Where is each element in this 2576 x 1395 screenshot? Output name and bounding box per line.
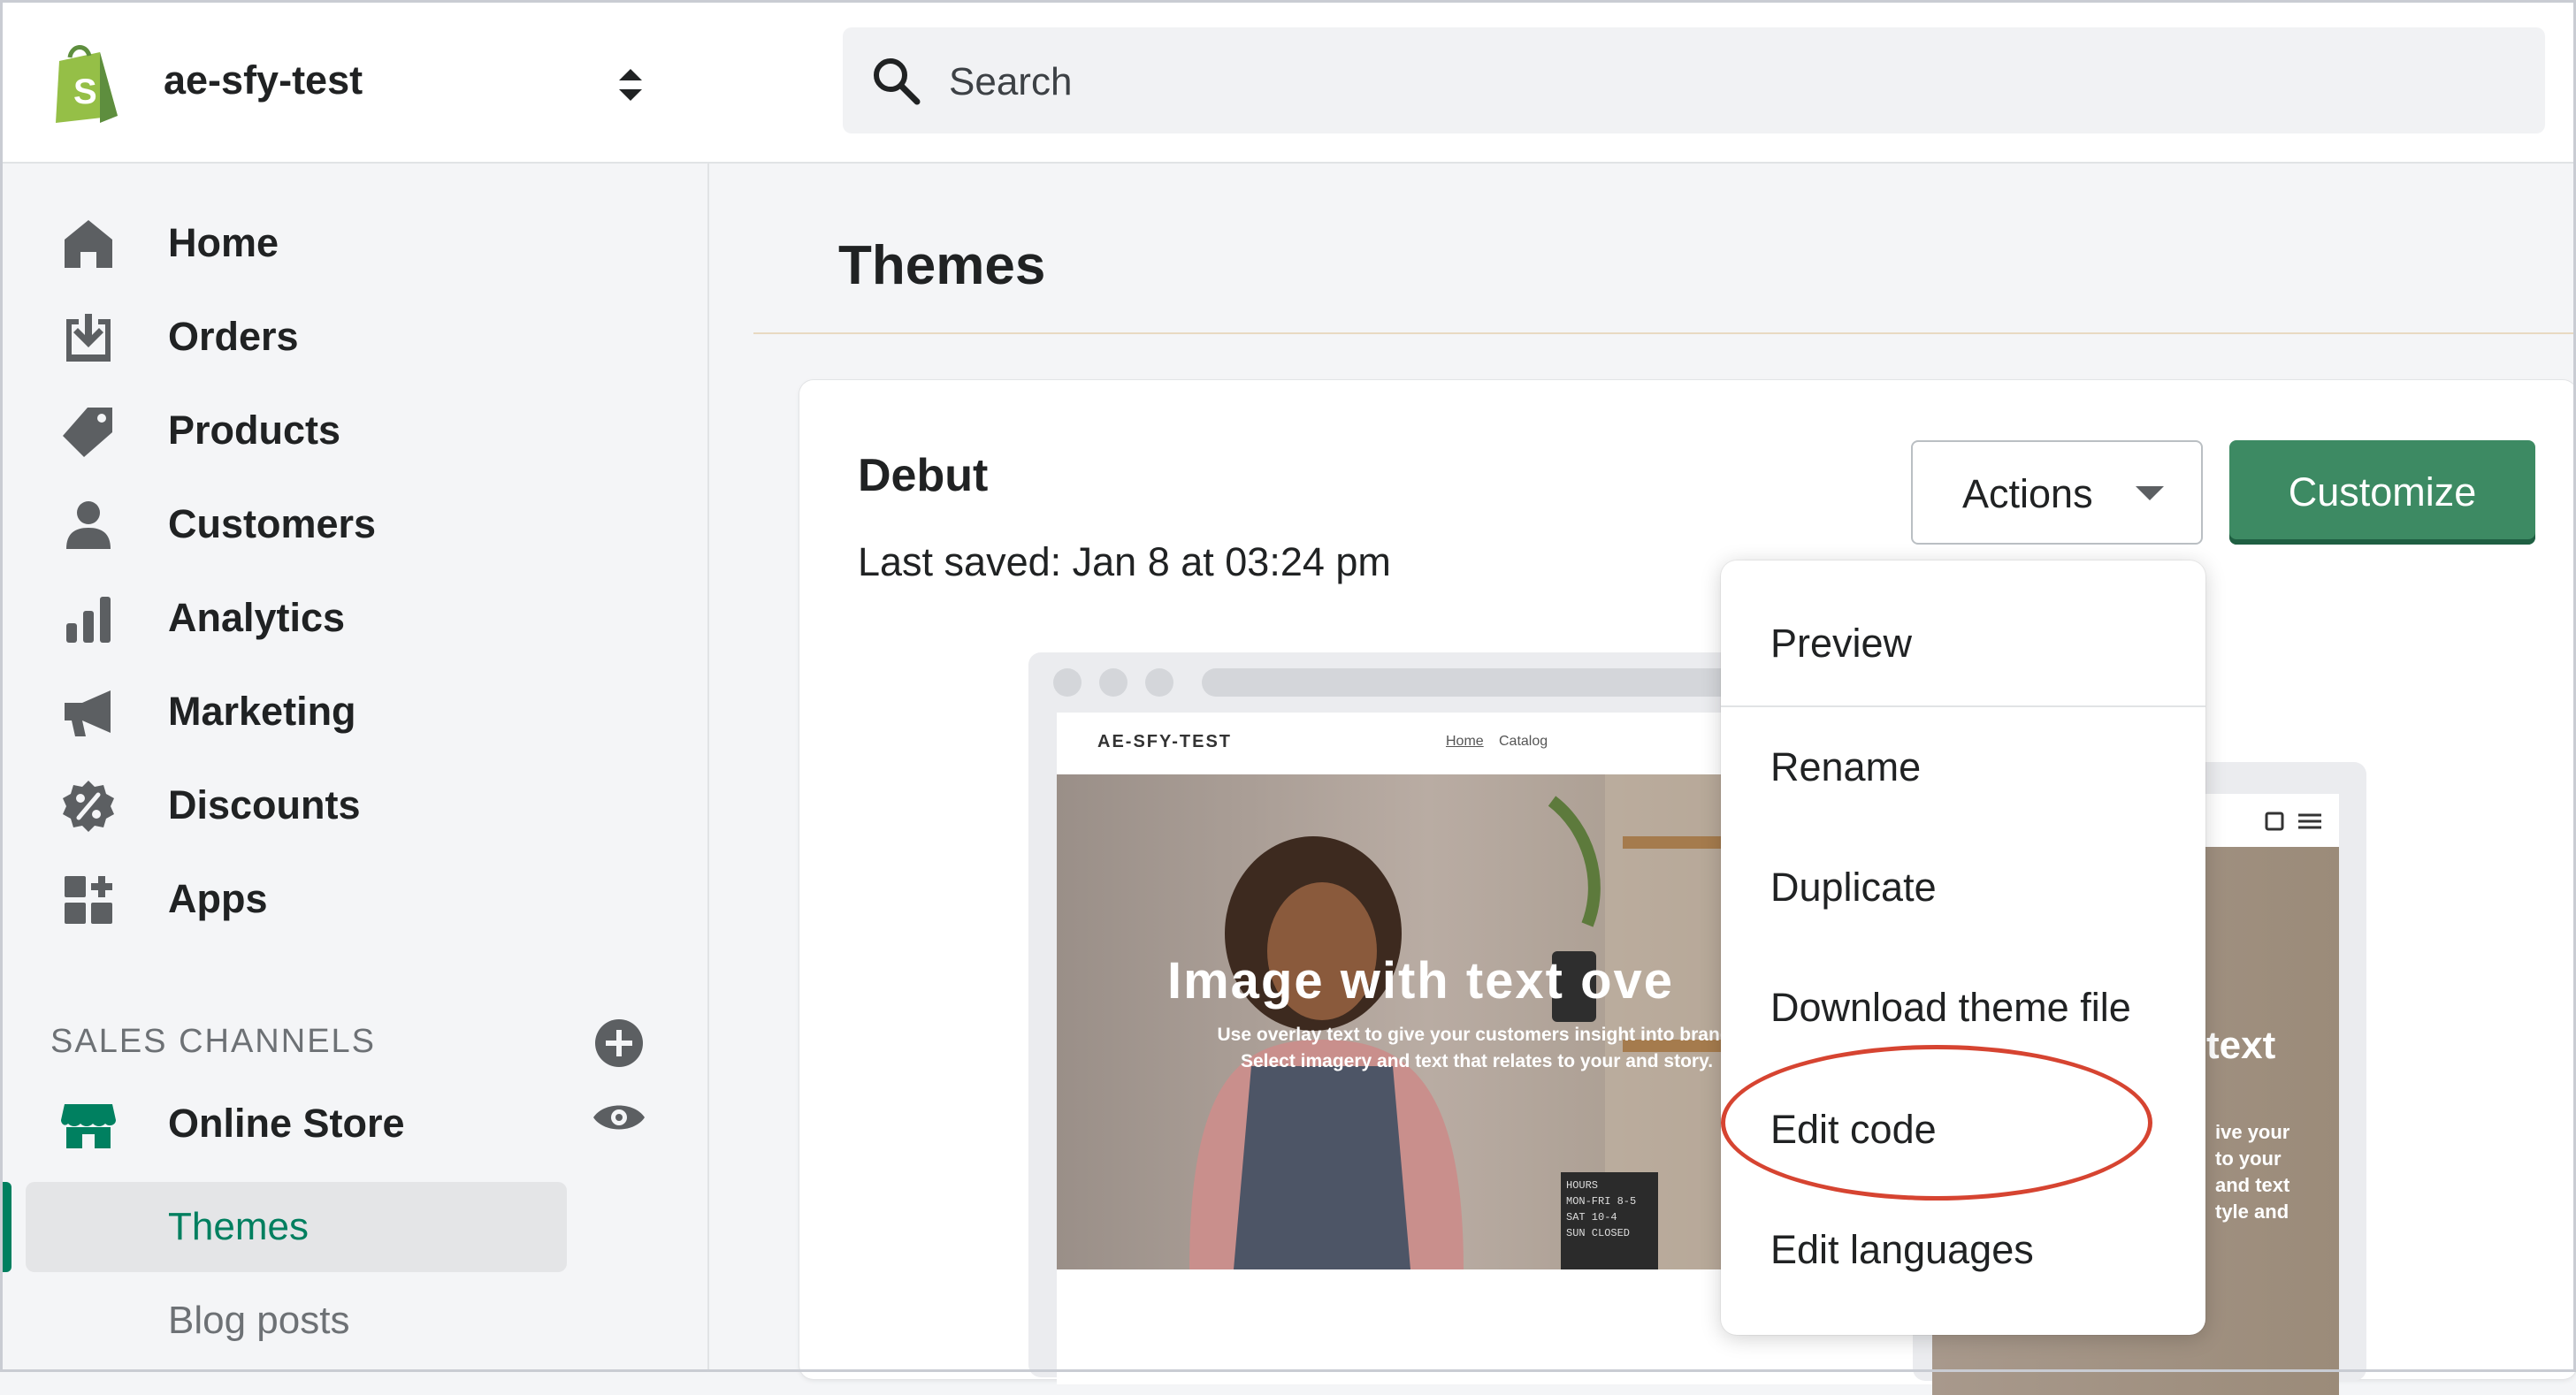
sidebar-item-customers[interactable]: Customers <box>3 482 707 561</box>
menu-item-edit-languages[interactable]: Edit languages <box>1770 1227 2034 1273</box>
svg-text:S: S <box>73 72 97 111</box>
actions-dropdown-menu: Preview Rename Duplicate Download theme … <box>1721 560 2205 1335</box>
sidebar-item-label: Home <box>168 220 279 265</box>
bar-chart-icon <box>66 597 111 643</box>
sidebar-item-products[interactable]: Products <box>3 388 707 468</box>
hours-line: SUN CLOSED <box>1566 1227 1631 1239</box>
theme-last-saved: Last saved: Jan 8 at 03:24 pm <box>858 539 1391 584</box>
page-title: Themes <box>838 235 1046 296</box>
window-dot <box>1099 668 1127 697</box>
hours-line: HOURS <box>1566 1179 1599 1192</box>
store-name[interactable]: ae-sfy-test <box>164 57 363 103</box>
sidebar-item-orders[interactable]: Orders <box>3 294 707 374</box>
title-divider <box>753 332 2573 334</box>
preview-nav-home: Home <box>1446 734 1484 749</box>
actions-button[interactable]: Actions <box>1911 440 2203 545</box>
preview-hero-title: Image with text ove <box>1167 952 1675 1010</box>
sidebar-item-label: Orders <box>168 314 299 359</box>
sidebar: Home Orders Products Customers Analytics <box>3 164 709 1369</box>
preview-store-logo: AE-SFY-TEST <box>1097 732 1233 751</box>
mobile-hero-title: text <box>2206 1024 2276 1067</box>
menu-item-download-theme-file[interactable]: Download theme file <box>1770 985 2131 1031</box>
home-icon <box>65 220 112 268</box>
menu-item-rename[interactable]: Rename <box>1770 744 1921 790</box>
add-sales-channel-icon[interactable] <box>593 1018 645 1069</box>
theme-name: Debut <box>858 450 989 501</box>
sidebar-item-label: Apps <box>168 876 268 921</box>
search-icon <box>874 58 921 105</box>
menu-item-duplicate[interactable]: Duplicate <box>1770 865 1937 911</box>
mobile-hero-line: to your <box>2215 1147 2282 1170</box>
orders-icon <box>66 314 111 362</box>
megaphone-icon <box>65 690 111 736</box>
store-switcher-chevrons-icon[interactable] <box>617 65 644 105</box>
mobile-hero-line: ive your <box>2215 1121 2290 1143</box>
active-indicator <box>3 1182 11 1272</box>
window-dot <box>1145 668 1173 697</box>
customize-button-label: Customize <box>2288 469 2477 515</box>
tag-icon <box>63 408 112 457</box>
sidebar-item-label: Marketing <box>168 689 356 734</box>
sidebar-item-apps[interactable]: Apps <box>3 857 707 936</box>
top-bar: S ae-sfy-test Search <box>3 3 2573 164</box>
sidebar-item-label: Customers <box>168 501 377 546</box>
caret-down-icon <box>2136 486 2164 500</box>
hours-line: SAT 10-4 <box>1566 1211 1617 1223</box>
sidebar-item-discounts[interactable]: Discounts <box>3 763 707 842</box>
eye-icon[interactable] <box>592 1098 646 1137</box>
preview-nav-catalog: Catalog <box>1499 734 1548 749</box>
sidebar-item-analytics[interactable]: Analytics <box>3 576 707 655</box>
sidebar-item-label: Analytics <box>168 595 346 640</box>
sidebar-item-label: Products <box>168 408 341 453</box>
search-input[interactable]: Search <box>949 60 1072 104</box>
shopify-logo-icon[interactable]: S <box>47 42 125 126</box>
sidebar-item-home[interactable]: Home <box>3 201 707 280</box>
mobile-header-icons <box>2265 812 2321 831</box>
mobile-hero-line: tyle and <box>2215 1201 2289 1223</box>
sidebar-item-label: Online Store <box>168 1101 405 1146</box>
sales-channels-heading: SALES CHANNELS <box>50 1023 377 1060</box>
sidebar-item-marketing[interactable]: Marketing <box>3 669 707 749</box>
actions-button-label: Actions <box>1962 471 2093 516</box>
discount-icon <box>63 781 114 832</box>
apps-icon <box>65 876 112 924</box>
sidebar-item-label: Discounts <box>168 782 361 827</box>
menu-item-preview[interactable]: Preview <box>1770 621 1912 667</box>
mobile-hero-line: and text <box>2215 1174 2290 1196</box>
person-icon <box>66 501 111 549</box>
store-icon <box>61 1104 116 1148</box>
sidebar-subitem-themes-label[interactable]: Themes <box>168 1205 309 1249</box>
search-bar[interactable]: Search <box>843 27 2545 133</box>
hours-line: MON-FRI 8-5 <box>1566 1195 1637 1208</box>
hours-board: HOURS MON-FRI 8-5 SAT 10-4 SUN CLOSED <box>1561 1172 1658 1269</box>
edit-code-highlight-annotation <box>1721 1045 2152 1201</box>
preview-hero-subtitle: Use overlay text to give your customers … <box>1217 1025 1737 1071</box>
customize-button[interactable]: Customize <box>2229 440 2535 545</box>
menu-divider <box>1721 705 2205 707</box>
sidebar-subitem-blog-posts[interactable]: Blog posts <box>168 1299 349 1343</box>
window-dot <box>1053 668 1082 697</box>
